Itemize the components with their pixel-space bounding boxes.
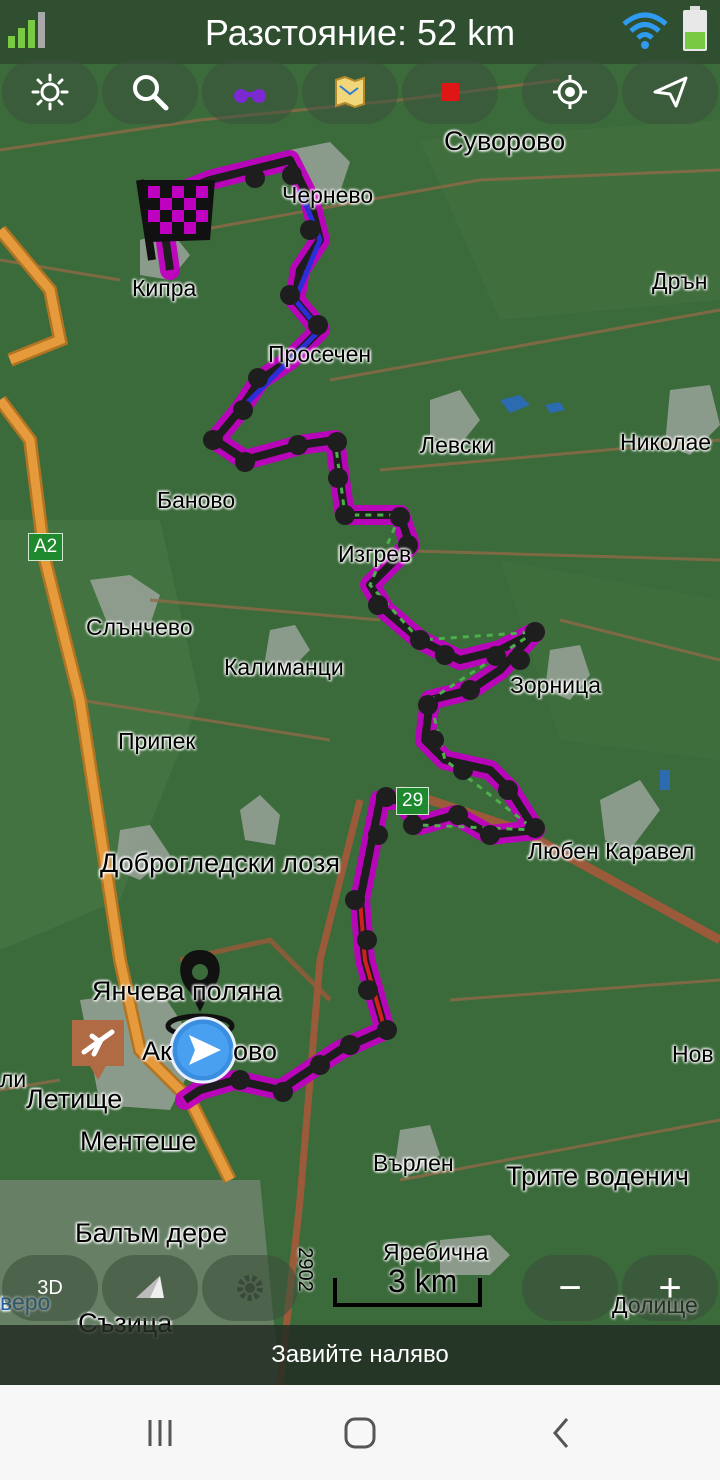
- recent-apps-icon: [148, 1420, 172, 1446]
- battery-icon: [683, 6, 707, 51]
- distance-title: Разстояние: 52 km: [204, 12, 516, 53]
- town-label: ли: [0, 1066, 27, 1092]
- zoom-in-button[interactable]: +: [622, 1255, 718, 1321]
- town-label: Припек: [118, 728, 196, 754]
- search-icon: [133, 75, 169, 111]
- navigate-button[interactable]: [622, 60, 718, 124]
- gear-icon: [237, 1275, 263, 1301]
- stop-icon: [441, 83, 459, 101]
- settings-button[interactable]: [202, 1255, 298, 1321]
- town-label: Янчева поляна: [92, 976, 282, 1006]
- locate-button[interactable]: [522, 60, 618, 124]
- home-button[interactable]: [330, 1413, 390, 1453]
- town-label: Зорница: [510, 672, 601, 698]
- locate-icon: [553, 75, 587, 109]
- town-label: Слънчево: [86, 614, 193, 640]
- binoculars-button[interactable]: [202, 60, 298, 124]
- town-label: Левски: [420, 432, 495, 458]
- town-label: Калиманци: [224, 654, 344, 680]
- map-button[interactable]: [302, 60, 398, 124]
- brightness-icon: [31, 73, 69, 111]
- town-label: Просечен: [268, 341, 372, 367]
- town-label: Ак: [142, 1036, 172, 1066]
- map-toolbar: [0, 60, 720, 126]
- 3d-label: 3D: [37, 1276, 63, 1299]
- road-badge-29: 29: [396, 787, 430, 815]
- town-label: Изгрев: [338, 541, 412, 567]
- town-label: Върлен: [373, 1150, 454, 1176]
- back-button[interactable]: [532, 1413, 592, 1453]
- back-icon: [553, 1418, 569, 1448]
- town-label: Нов: [672, 1041, 714, 1067]
- home-icon: [344, 1417, 376, 1449]
- map-bottom-controls: 3D − +: [0, 1255, 720, 1325]
- town-label: Чернево: [282, 182, 374, 208]
- town-label: Ментеше: [80, 1126, 197, 1156]
- navigate-icon: [653, 76, 688, 108]
- zoom-in-label: +: [658, 1266, 682, 1310]
- town-label: Дрън: [652, 268, 708, 294]
- road-badge-a2: A2: [28, 533, 64, 561]
- town-label: ово: [233, 1036, 278, 1066]
- turn-instruction: Завийте наляво: [0, 1325, 720, 1385]
- town-label: Летище: [26, 1084, 123, 1114]
- binoculars-icon: [234, 89, 266, 103]
- town-label: Кипра: [132, 275, 197, 301]
- recent-apps-button[interactable]: [130, 1413, 190, 1453]
- compass-button[interactable]: [102, 1255, 198, 1321]
- town-label: Доброгледски лозя: [100, 848, 340, 878]
- system-nav-bar: [0, 1385, 720, 1480]
- town-label: Любен Каравел: [528, 838, 695, 864]
- town-label: Николае: [620, 429, 712, 455]
- compass-icon: [136, 1276, 164, 1298]
- town-label: Баново: [157, 487, 236, 513]
- zoom-out-button[interactable]: −: [522, 1255, 618, 1321]
- map-icon: [335, 75, 365, 109]
- search-button[interactable]: [102, 60, 198, 124]
- status-bar: Разстояние: 52 km: [0, 0, 720, 64]
- brightness-button[interactable]: [2, 60, 98, 124]
- 3d-toggle-button[interactable]: 3D: [2, 1255, 98, 1321]
- zoom-out-label: −: [558, 1266, 582, 1310]
- town-label: Балъм дере: [75, 1218, 228, 1248]
- wifi-icon: [622, 12, 668, 49]
- stop-button[interactable]: [402, 60, 498, 124]
- town-label: Суворово: [444, 126, 566, 156]
- town-label: Трите воденич: [506, 1161, 689, 1191]
